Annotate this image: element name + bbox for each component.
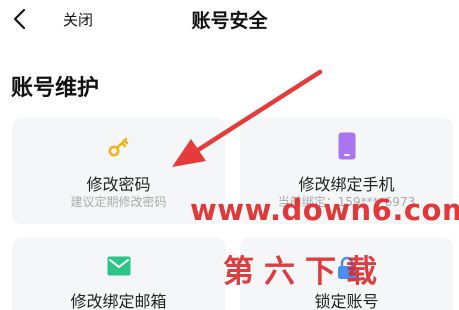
mail-icon (107, 256, 130, 276)
phone-icon (338, 132, 355, 160)
change-password-title: 修改密码 (86, 175, 151, 194)
change-phone-title: 修改绑定手机 (298, 175, 395, 194)
section-title: 账号维护 (11, 76, 100, 101)
key-icon (108, 137, 128, 157)
watermark-text: 第六下载 (223, 254, 387, 290)
watermark-url: www.down6.com (190, 193, 459, 227)
lock-account-title: 锁定账号 (314, 292, 379, 310)
change-email-title: 修改绑定邮箱 (70, 292, 167, 310)
top-bar: 关闭 账号安全 (0, 0, 459, 40)
change-email-card[interactable]: 修改绑定邮箱 (12, 238, 225, 310)
page-title: 账号安全 (191, 10, 268, 32)
